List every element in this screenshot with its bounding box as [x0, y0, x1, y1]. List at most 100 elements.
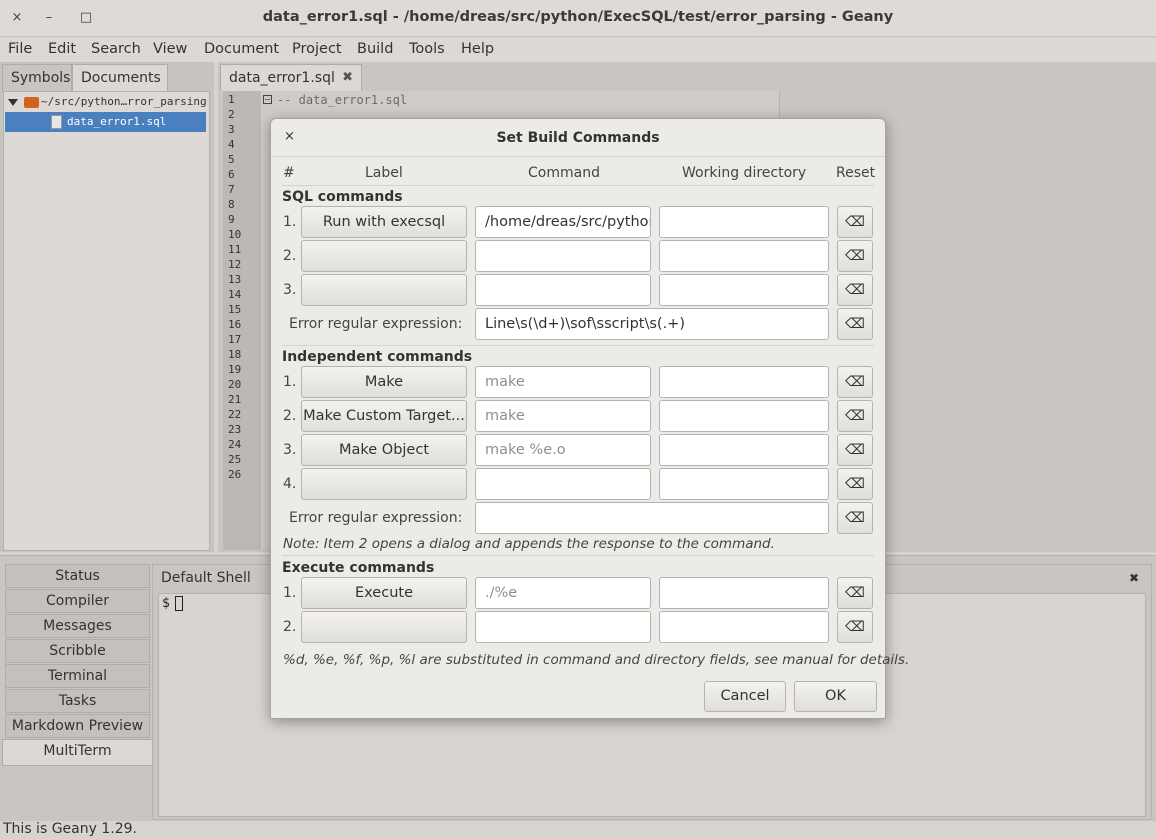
make-workdir-field[interactable] [659, 366, 829, 398]
line-number: 22 [228, 408, 242, 421]
execute-label-button-2[interactable] [301, 611, 467, 643]
sql-workdir-field-3[interactable] [659, 274, 829, 306]
document-tab[interactable]: data_error1.sql ✖ [220, 64, 362, 91]
cancel-button[interactable]: Cancel [704, 681, 786, 712]
menu-project[interactable]: Project [292, 41, 342, 57]
fold-marker-icon[interactable]: − [263, 95, 272, 104]
line-number: 17 [228, 333, 242, 346]
make-custom-workdir-field[interactable] [659, 400, 829, 432]
tab-documents[interactable]: Documents [72, 64, 168, 91]
status-text: This is Geany 1.29. [3, 821, 137, 837]
execute-reset-button-2[interactable]: ⌫ [837, 611, 873, 643]
tab-markdown-preview[interactable]: Markdown Preview [5, 714, 150, 738]
line-number: 23 [228, 423, 242, 436]
execute-reset-button[interactable]: ⌫ [837, 577, 873, 609]
code-line: -- data_error1.sql [277, 93, 408, 107]
column-header-command: Command [528, 165, 600, 181]
independent-command-field-4[interactable] [475, 468, 651, 500]
menu-document[interactable]: Document [204, 41, 279, 57]
separator [282, 555, 874, 556]
ok-button[interactable]: OK [794, 681, 877, 712]
make-command-field[interactable]: make [475, 366, 651, 398]
shell-tab-label[interactable]: Default Shell [161, 570, 251, 586]
make-object-command-field[interactable]: make %e.o [475, 434, 651, 466]
line-number: 3 [228, 123, 235, 136]
row-number: 3. [283, 282, 297, 298]
line-number: 14 [228, 288, 242, 301]
tab-terminal[interactable]: Terminal [5, 664, 150, 688]
terminal-cursor [175, 596, 183, 611]
make-object-reset-button[interactable]: ⌫ [837, 434, 873, 466]
line-number: 10 [228, 228, 242, 241]
tab-status[interactable]: Status [5, 564, 150, 588]
expander-down-icon[interactable] [8, 98, 18, 106]
menu-search[interactable]: Search [91, 41, 141, 57]
independent-regex-reset-button[interactable]: ⌫ [837, 502, 873, 534]
tree-folder-item[interactable]: ~/src/python…rror_parsing [8, 95, 207, 108]
tab-messages[interactable]: Messages [5, 614, 150, 638]
execute-label-button[interactable]: Execute [301, 577, 467, 609]
make-reset-button[interactable]: ⌫ [837, 366, 873, 398]
sql-command-field-1[interactable]: /home/dreas/src/python/ExecSQL/execsql.p… [475, 206, 651, 238]
document-tab-label: data_error1.sql [229, 70, 335, 86]
make-custom-command-field[interactable]: make [475, 400, 651, 432]
tree-file-item[interactable]: data_error1.sql [5, 112, 206, 132]
independent-reset-button-4[interactable]: ⌫ [837, 468, 873, 500]
tab-close-icon[interactable]: ✖ [342, 70, 353, 85]
column-header-label: Label [365, 165, 403, 181]
menu-tools[interactable]: Tools [409, 41, 445, 57]
sql-workdir-field-2[interactable] [659, 240, 829, 272]
execute-command-field-2[interactable] [475, 611, 651, 643]
line-number: 9 [228, 213, 235, 226]
line-number: 1 [228, 93, 235, 106]
tree-folder-label: ~/src/python…rror_parsing [41, 95, 207, 108]
line-number: 20 [228, 378, 242, 391]
window-titlebar: × – □ data_error1.sql - /home/dreas/src/… [0, 0, 1156, 37]
sql-label-button-2[interactable] [301, 240, 467, 272]
tab-scribble[interactable]: Scribble [5, 639, 150, 663]
tab-multiterm[interactable]: MultiTerm [2, 739, 153, 766]
sql-reset-button-3[interactable]: ⌫ [837, 274, 873, 306]
make-object-workdir-field[interactable] [659, 434, 829, 466]
execute-command-field[interactable]: ./%e [475, 577, 651, 609]
row-number: 2. [283, 248, 297, 264]
make-custom-target-label-button[interactable]: Make Custom Target... [301, 400, 467, 432]
independent-regex-field[interactable] [475, 502, 829, 534]
independent-workdir-field-4[interactable] [659, 468, 829, 500]
tab-compiler[interactable]: Compiler [5, 589, 150, 613]
make-custom-reset-button[interactable]: ⌫ [837, 400, 873, 432]
line-number: 26 [228, 468, 242, 481]
tree-file-label: data_error1.sql [67, 115, 167, 128]
menu-view[interactable]: View [153, 41, 187, 57]
tab-tasks[interactable]: Tasks [5, 689, 150, 713]
menu-build[interactable]: Build [357, 41, 393, 57]
make-label-button[interactable]: Make [301, 366, 467, 398]
column-header-workdir: Working directory [682, 165, 807, 181]
sql-workdir-field-1[interactable] [659, 206, 829, 238]
independent-label-button-4[interactable] [301, 468, 467, 500]
sql-command-field-2[interactable] [475, 240, 651, 272]
folder-icon [24, 96, 39, 108]
sql-regex-field[interactable]: Line\s(\d+)\sof\sscript\s(.+) [475, 308, 829, 340]
execute-workdir-field[interactable] [659, 577, 829, 609]
sql-label-button-3[interactable] [301, 274, 467, 306]
sql-regex-reset-button[interactable]: ⌫ [837, 308, 873, 340]
independent-regex-label: Error regular expression: [289, 510, 463, 526]
shell-close-icon[interactable]: ✖ [1129, 571, 1139, 585]
menu-help[interactable]: Help [461, 41, 494, 57]
line-number: 16 [228, 318, 242, 331]
menu-file[interactable]: File [8, 41, 32, 57]
sql-reset-button-1[interactable]: ⌫ [837, 206, 873, 238]
line-number: 4 [228, 138, 235, 151]
sql-reset-button-2[interactable]: ⌫ [837, 240, 873, 272]
build-commands-dialog: × Set Build Commands # Label Command Wor… [270, 118, 909, 719]
tab-symbols[interactable]: Symbols [2, 64, 72, 91]
menu-edit[interactable]: Edit [48, 41, 76, 57]
sql-label-button-1[interactable]: Run with execsql [301, 206, 467, 238]
execute-workdir-field-2[interactable] [659, 611, 829, 643]
make-object-label-button[interactable]: Make Object [301, 434, 467, 466]
line-number: 25 [228, 453, 242, 466]
sql-command-field-3[interactable] [475, 274, 651, 306]
separator [282, 345, 874, 346]
sidebar: Symbols Documents ~/src/python…rror_pars… [0, 62, 214, 552]
